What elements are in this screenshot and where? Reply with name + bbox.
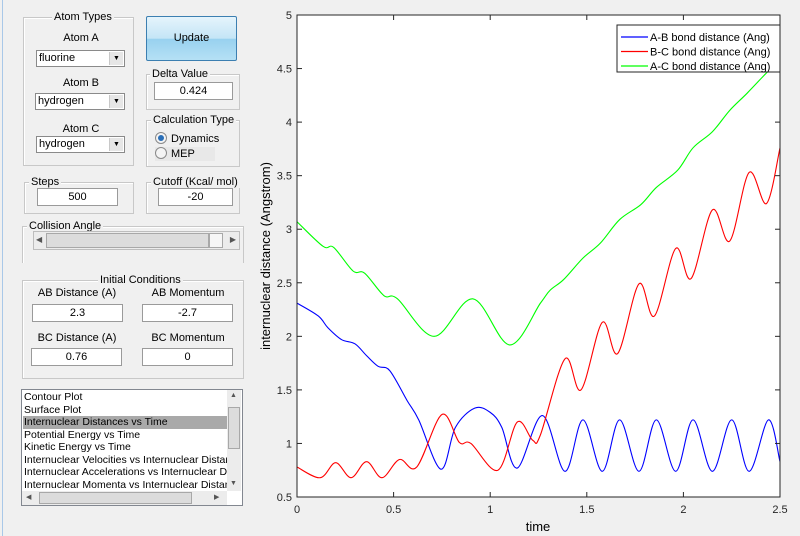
y-tick-label: 1 xyxy=(286,438,292,450)
y-tick-label: 4 xyxy=(286,117,292,129)
y-tick-label: 1.5 xyxy=(277,385,292,397)
distance-time-chart: 0 0.5 1 1.5 2 2.50.511.522.533.544.55 time in… xyxy=(258,10,788,534)
y-tick-label: 2 xyxy=(286,331,292,343)
legend-entry: A-B bond distance (Ang) xyxy=(650,32,770,44)
x-tick-label: 2.5 xyxy=(772,504,787,516)
y-tick-label: 5 xyxy=(286,10,292,22)
legend-entry: A-C bond distance (Ang) xyxy=(650,61,770,73)
x-tick-label: 2 xyxy=(680,504,686,516)
y-tick-label: 2.5 xyxy=(277,278,292,290)
x-tick-label: 0.5 xyxy=(386,504,401,516)
y-tick-label: 0.5 xyxy=(277,492,292,504)
y-axis-label: internuclear distance (Angstrom) xyxy=(258,162,273,350)
x-tick-label: 1 xyxy=(487,504,493,516)
y-tick-label: 3 xyxy=(286,224,292,236)
y-tick-label: 3.5 xyxy=(277,171,292,183)
x-axis-label: time xyxy=(526,519,551,534)
legend-entry: B-C bond distance (Ang) xyxy=(650,47,770,59)
legend: A-B bond distance (Ang) B-C bond distance… xyxy=(616,24,781,73)
x-tick-label: 0 xyxy=(294,504,300,516)
x-tick-label: 1.5 xyxy=(579,504,594,516)
y-tick-label: 4.5 xyxy=(277,64,292,76)
plot-area xyxy=(297,15,780,497)
